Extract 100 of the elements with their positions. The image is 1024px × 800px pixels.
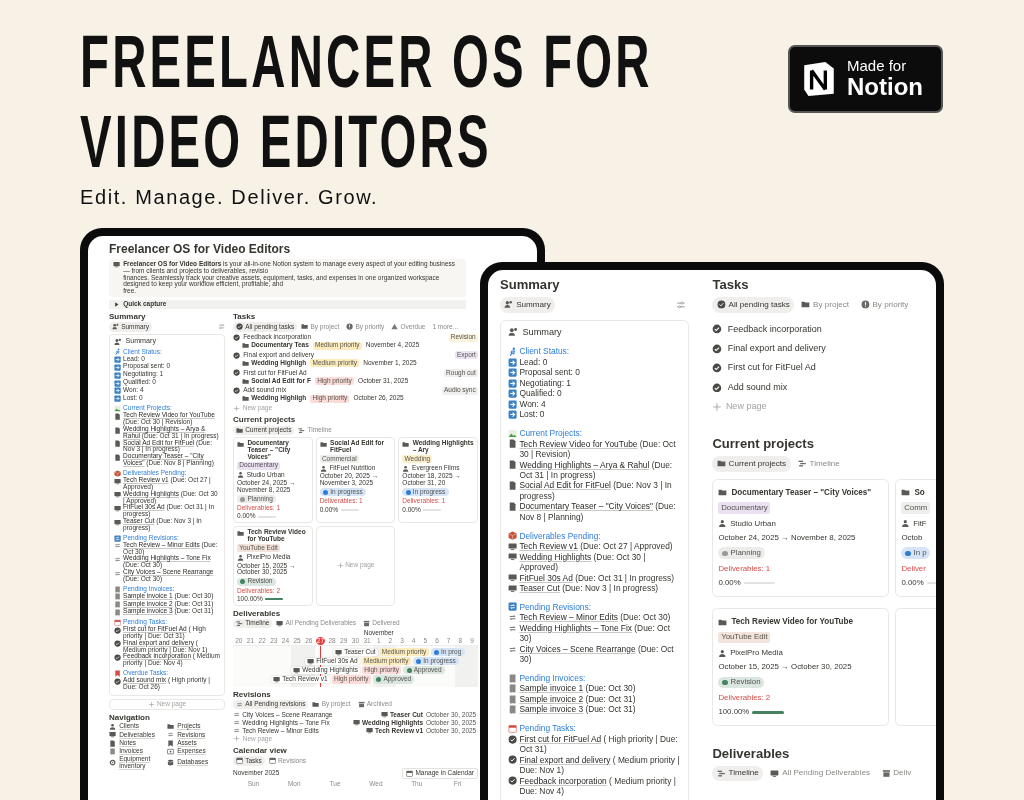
repeat-icon — [507, 602, 517, 612]
summary-entry: First cut for FitFuel Ad ( High priority | Due: Oct 31) — [519, 733, 679, 755]
task-item[interactable]: Add sound mix — [712, 381, 788, 394]
section-heading: Deliverables — [712, 745, 790, 763]
folder-icon — [242, 377, 250, 385]
plus-icon — [147, 700, 155, 708]
monitor-icon — [770, 769, 780, 779]
section-heading: Navigation — [109, 713, 150, 723]
folder-icon — [718, 617, 728, 627]
check-circle-icon — [507, 755, 517, 765]
summary-entry: Lost: 0 — [519, 409, 545, 420]
view-tab[interactable]: By project — [796, 297, 854, 313]
monitor-icon — [293, 666, 301, 674]
monitor-icon — [365, 727, 374, 735]
section-heading: Revisions — [233, 690, 271, 699]
card-title: Summary — [522, 326, 562, 339]
view-tab[interactable]: Deliv — [877, 765, 916, 782]
person-icon — [237, 471, 245, 479]
summary-entry: Wedding Highlights – Arya & Rahul (Due: Oct 31 | In progress) — [519, 459, 674, 481]
monitor-icon — [113, 261, 121, 269]
summary-entry: Teaser Cut (Due: Nov 3 | In progress) — [519, 583, 659, 594]
summary-entry: Final export and delivery ( Medium priority | Due: Nov 1) — [519, 754, 681, 776]
monitor-icon — [507, 541, 517, 552]
section-title: Pending Tasks: — [519, 723, 576, 734]
check-circle-icon — [114, 677, 122, 685]
view-tab[interactable]: All pending tasks — [712, 297, 795, 313]
check-circle-icon — [233, 351, 241, 359]
check-circle-icon — [114, 654, 122, 662]
summary-entry: Wedding Highlights (Due: Oct 30 | Approved) — [519, 551, 647, 573]
view-tab[interactable]: Current projects — [712, 456, 791, 472]
folder-icon — [319, 440, 327, 448]
section-heading: Tasks — [712, 277, 749, 294]
badge-title: Notion — [847, 74, 923, 101]
box-icon — [114, 469, 122, 478]
page-icon — [109, 739, 117, 747]
page-icon — [507, 460, 517, 470]
person-icon — [402, 464, 410, 472]
tagline: Edit. Manage. Deliver. Grow. — [80, 186, 379, 209]
check-circle-icon — [233, 387, 241, 395]
person-icon — [319, 464, 327, 472]
summary-entry: Proposal sent: 0 — [519, 367, 580, 378]
task-item[interactable]: Feedback incorporation — [712, 323, 822, 336]
alert-icon — [346, 323, 354, 331]
monitor-icon — [335, 648, 343, 656]
alert-icon — [860, 300, 870, 310]
folder-icon — [718, 488, 728, 498]
monitor-icon — [352, 719, 361, 727]
check-circle-icon — [233, 334, 241, 342]
view-tab[interactable]: Timeline — [712, 765, 764, 782]
task-item[interactable]: First cut for FitFuel Ad — [712, 362, 816, 374]
section-title: Pending Revisions: — [519, 601, 591, 613]
monitor-icon — [114, 504, 122, 513]
database-icon — [167, 759, 175, 767]
check-circle-icon — [712, 324, 723, 335]
badge-text: Made for — [847, 57, 908, 75]
section-heading: Calendar view — [233, 747, 287, 756]
task-item[interactable]: Final export and delivery — [712, 342, 826, 355]
view-tab[interactable]: All Pending Deliverables — [766, 765, 875, 782]
page-title: Freelancer OS for Video Editors — [109, 242, 291, 257]
plus-icon — [233, 735, 241, 743]
sliders-icon[interactable] — [217, 323, 225, 331]
check-circle-icon — [712, 382, 723, 393]
warning-icon — [391, 323, 399, 331]
card-title: Tech Review Video for YouTube — [731, 616, 853, 628]
triangle-icon — [113, 301, 121, 309]
section-heading: Current projects — [233, 416, 296, 425]
page-icon — [507, 502, 517, 512]
repeat-icon — [114, 555, 122, 564]
summary-entry: Qualified: 0 — [519, 388, 562, 399]
runner-icon — [507, 347, 517, 357]
view-tab[interactable]: Summary — [500, 297, 556, 313]
image-icon — [114, 405, 122, 413]
view-tab[interactable]: By priority — [856, 297, 913, 313]
monitor-icon — [273, 675, 281, 684]
people-icon — [504, 300, 514, 310]
image-icon — [507, 428, 517, 438]
section-title: Deliverables Pending: — [519, 530, 601, 542]
folder-icon — [312, 700, 320, 709]
section-title: Pending Invoices: — [519, 673, 586, 684]
folder-icon — [716, 459, 726, 469]
check-circle-icon — [507, 734, 517, 744]
check-circle-icon — [716, 300, 726, 310]
timeline-icon — [716, 769, 726, 779]
repeat-icon — [507, 623, 517, 633]
monitor-icon — [507, 552, 517, 562]
sliders-icon[interactable] — [676, 299, 687, 310]
people-icon — [112, 323, 120, 331]
repeat-icon — [114, 569, 122, 577]
calendar-icon — [507, 723, 517, 734]
summary-entry: Tech Review v1 (Due: Oct 27 | Approved) — [519, 541, 673, 552]
people-icon — [507, 327, 518, 338]
person-icon — [109, 723, 117, 731]
summary-entry: Tech Review Video for YouTube (Due: Oct 30 | Revision) — [519, 438, 677, 460]
plus-icon — [712, 401, 723, 412]
repeat-icon — [167, 731, 175, 739]
section-heading: Tasks — [233, 313, 256, 322]
monitor-icon — [114, 477, 122, 485]
view-tab[interactable]: Timeline — [793, 456, 845, 472]
card-title: So — [914, 487, 925, 499]
folder-icon — [167, 723, 175, 731]
